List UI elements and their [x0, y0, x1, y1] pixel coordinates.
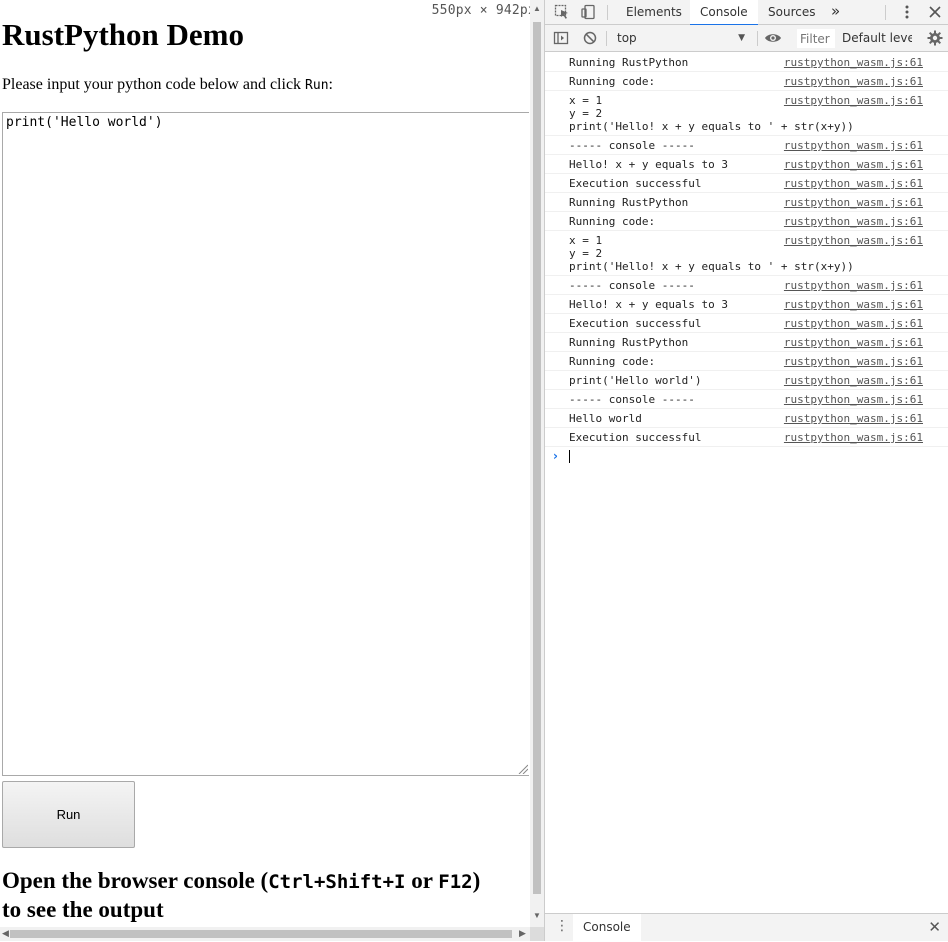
console-message-source-link[interactable]: rustpython_wasm.js:61: [784, 298, 923, 311]
console-message-source-link[interactable]: rustpython_wasm.js:61: [784, 317, 923, 330]
console-message-source-link[interactable]: rustpython_wasm.js:61: [784, 215, 923, 228]
console-message: ----- console ----- rustpython_wasm.js:61: [545, 136, 948, 155]
page-viewport: RustPython Demo Please input your python…: [0, 0, 544, 941]
console-toolbar: top ▼ Default levels: [545, 25, 948, 52]
scroll-left-arrow-icon[interactable]: ◀: [2, 928, 9, 939]
prompt-caret: [569, 450, 570, 463]
scroll-down-arrow-icon[interactable]: ▼: [533, 911, 541, 920]
close-icon[interactable]: [925, 2, 945, 22]
devtools-tabbar: Elements Console Sources »: [545, 0, 948, 26]
console-message-source-link[interactable]: rustpython_wasm.js:61: [784, 139, 923, 152]
drawer-bar: ⋮ Console ✕: [545, 913, 948, 942]
console-message: x = 1 y = 2 print('Hello! x + y equals t…: [545, 91, 948, 136]
console-message: Execution successful rustpython_wasm.js:6…: [545, 174, 948, 193]
console-message: Running RustPython rustpython_wasm.js:61: [545, 193, 948, 212]
page-content: RustPython Demo Please input your python…: [0, 0, 530, 927]
resize-grip-icon[interactable]: [518, 764, 528, 774]
kebab-menu-icon[interactable]: [897, 2, 917, 22]
toolbar-divider-2: [757, 31, 758, 46]
prompt-chevron-icon: ›: [553, 449, 558, 463]
toolbar-divider: [606, 31, 607, 46]
eye-icon[interactable]: [763, 28, 783, 48]
console-message: Running RustPython rustpython_wasm.js:61: [545, 333, 948, 352]
dropdown-arrow-icon: ▼: [738, 33, 745, 43]
console-message: Hello world rustpython_wasm.js:61: [545, 409, 948, 428]
more-tabs-icon[interactable]: »: [821, 0, 850, 25]
instructions-text: Please input your python code below and …: [2, 76, 333, 94]
output-note-or: or: [405, 868, 439, 893]
console-message: Hello! x + y equals to 3 rustpython_wasm.…: [545, 295, 948, 314]
console-prompt[interactable]: ›: [545, 447, 948, 467]
console-message-source-link[interactable]: rustpython_wasm.js:61: [784, 94, 923, 107]
tabbar-divider-right: [885, 5, 886, 20]
vertical-scroll-thumb[interactable]: [533, 22, 541, 894]
inspect-icon[interactable]: [552, 2, 572, 22]
clear-console-icon[interactable]: [580, 28, 600, 48]
instructions-prefix: Please input your python code below and …: [2, 76, 306, 93]
console-message-source-link[interactable]: rustpython_wasm.js:61: [784, 431, 923, 444]
console-message: print('Hello world') rustpython_wasm.js:…: [545, 371, 948, 390]
horizontal-scroll-thumb[interactable]: [10, 930, 512, 938]
devtools-panel: Elements Console Sources » top ▼ Default…: [544, 0, 948, 942]
console-message-source-link[interactable]: rustpython_wasm.js:61: [784, 374, 923, 387]
output-note: Open the browser console (Ctrl+Shift+I o…: [2, 867, 528, 924]
viewport-dimensions-label: 550px × 942px: [429, 3, 538, 18]
scroll-right-arrow-icon[interactable]: ▶: [519, 928, 526, 939]
console-message: Running RustPython rustpython_wasm.js:61: [545, 53, 948, 72]
console-message-source-link[interactable]: rustpython_wasm.js:61: [784, 75, 923, 88]
instructions-suffix: :: [328, 76, 333, 93]
shortcut-key-f12: F12: [438, 871, 473, 893]
console-message-source-link[interactable]: rustpython_wasm.js:61: [784, 158, 923, 171]
drawer-tab-console[interactable]: Console: [573, 914, 641, 942]
console-message-source-link[interactable]: rustpython_wasm.js:61: [784, 412, 923, 425]
page-title: RustPython Demo: [2, 17, 244, 52]
console-message-source-link[interactable]: rustpython_wasm.js:61: [784, 279, 923, 292]
scrollbar-corner: [530, 927, 544, 941]
tab-sources[interactable]: Sources: [758, 0, 825, 25]
sidebar-toggle-icon[interactable]: [551, 28, 571, 48]
settings-gear-icon[interactable]: [925, 28, 945, 48]
output-note-prefix: Open the browser console (: [2, 868, 269, 893]
run-button[interactable]: Run: [2, 781, 135, 848]
console-message-source-link[interactable]: rustpython_wasm.js:61: [784, 177, 923, 190]
console-message-source-link[interactable]: rustpython_wasm.js:61: [784, 56, 923, 69]
code-editor[interactable]: print('Hello world'): [2, 112, 529, 776]
output-note-line2: to see the output: [2, 897, 164, 922]
console-message: Running code: rustpython_wasm.js:61: [545, 72, 948, 91]
drawer-close-icon[interactable]: ✕: [928, 918, 941, 936]
console-message-source-link[interactable]: rustpython_wasm.js:61: [784, 393, 923, 406]
tabbar-divider: [607, 5, 608, 20]
console-message: x = 1 y = 2 print('Hello! x + y equals t…: [545, 231, 948, 276]
context-value: top: [617, 31, 637, 45]
console-message-source-link[interactable]: rustpython_wasm.js:61: [784, 196, 923, 209]
console-messages: Running RustPython rustpython_wasm.js:61 R…: [545, 53, 948, 467]
page-horizontal-scrollbar[interactable]: ◀ ▶: [0, 927, 530, 941]
instructions-run-code: Run: [305, 78, 329, 93]
console-message-source-link[interactable]: rustpython_wasm.js:61: [784, 355, 923, 368]
context-selector[interactable]: top ▼: [611, 29, 749, 47]
shortcut-key-devtools: Ctrl+Shift+I: [268, 871, 406, 893]
scroll-up-arrow-icon[interactable]: ▲: [533, 4, 541, 13]
console-message: Execution successful rustpython_wasm.js:6…: [545, 314, 948, 333]
console-message: Execution successful rustpython_wasm.js:6…: [545, 428, 948, 447]
filter-input[interactable]: [797, 29, 835, 48]
page-vertical-scrollbar[interactable]: ▲ ▼: [530, 0, 544, 927]
output-note-suffix: ): [472, 868, 481, 893]
console-message-source-link[interactable]: rustpython_wasm.js:61: [784, 336, 923, 349]
console-message: Hello! x + y equals to 3 rustpython_wasm.…: [545, 155, 948, 174]
console-message: ----- console ----- rustpython_wasm.js:61: [545, 390, 948, 409]
console-message: Running code: rustpython_wasm.js:61: [545, 212, 948, 231]
device-toolbar-icon[interactable]: [579, 2, 599, 22]
console-message: ----- console ----- rustpython_wasm.js:61: [545, 276, 948, 295]
drawer-menu-icon[interactable]: ⋮: [555, 918, 569, 934]
console-message: Running code: rustpython_wasm.js:61: [545, 352, 948, 371]
log-levels-dropdown[interactable]: Default levels: [842, 31, 912, 45]
tab-console[interactable]: Console: [690, 0, 758, 26]
console-message-source-link[interactable]: rustpython_wasm.js:61: [784, 234, 923, 247]
tab-elements[interactable]: Elements: [616, 0, 692, 25]
